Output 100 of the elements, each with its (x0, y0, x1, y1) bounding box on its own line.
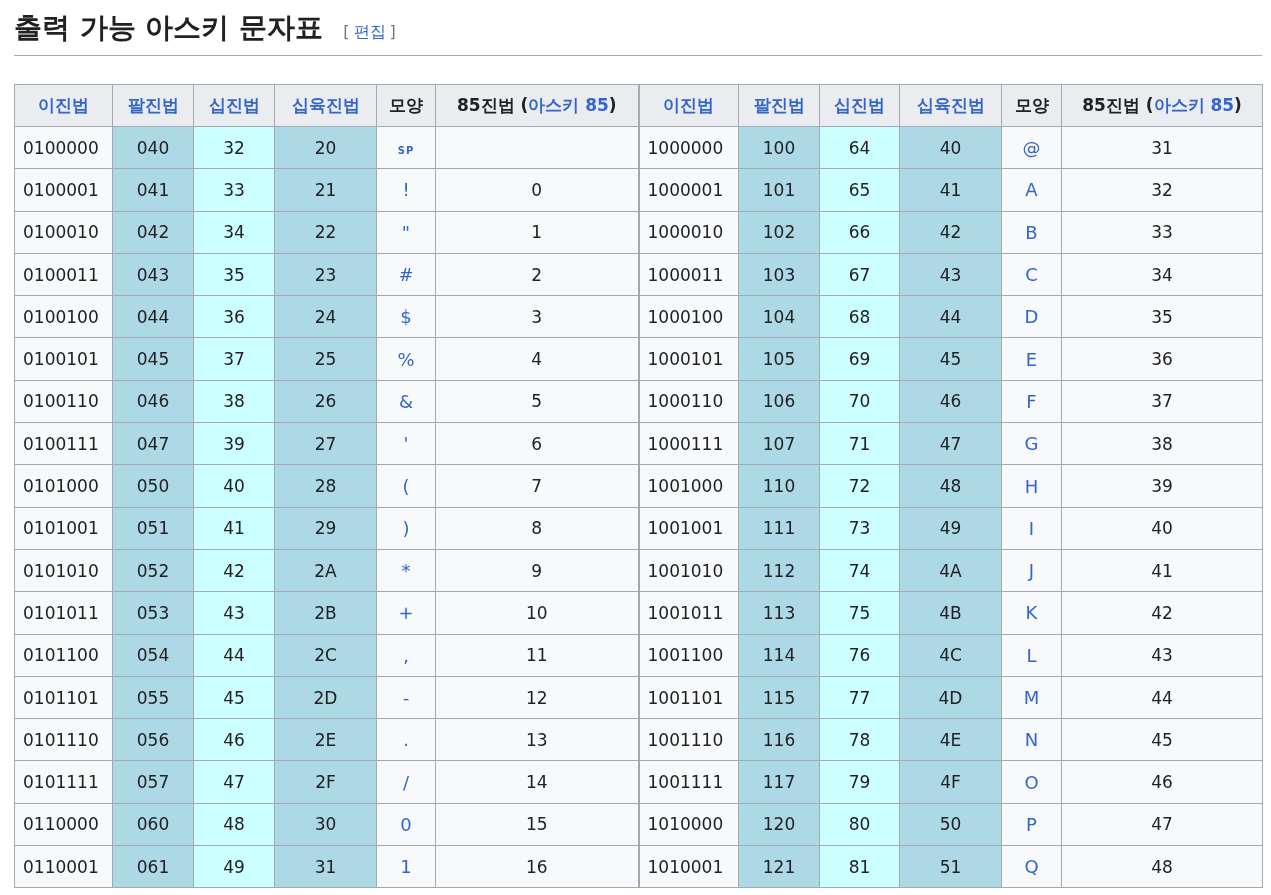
character-link[interactable]: M (1023, 687, 1040, 708)
table-cell: 41 (193, 507, 275, 550)
table-cell: 26 (274, 380, 377, 423)
character-link[interactable]: P (1026, 813, 1037, 835)
character-link[interactable]: B (1025, 221, 1038, 243)
table-cell: 34 (1061, 253, 1263, 296)
table-cell: 32 (193, 126, 275, 169)
table-cell: 0101010 (14, 549, 113, 592)
character-link[interactable]: E (1025, 348, 1038, 370)
header-text: 모양 (1014, 95, 1049, 115)
table-cell: 0101001 (14, 507, 113, 550)
character-link[interactable]: H (1024, 475, 1039, 497)
table-cell: 0101100 (14, 634, 113, 677)
table-cell: 24 (274, 295, 377, 338)
table-cell: 0100011 (14, 253, 113, 296)
table-cell: 29 (274, 507, 377, 550)
table-cell: 0101111 (14, 760, 113, 804)
character-link[interactable]: - (402, 687, 410, 708)
table-cell: 68 (819, 295, 900, 338)
table-cell: 2D (274, 676, 377, 719)
table-cell: 39 (1061, 464, 1263, 508)
table-cell: 42 (193, 549, 275, 592)
table-cell: 45 (1061, 718, 1263, 761)
character-link[interactable]: & (398, 390, 413, 412)
character-link[interactable]: ( (402, 475, 410, 497)
table-cell: 31 (1061, 126, 1263, 169)
character-link[interactable]: % (397, 348, 415, 370)
table-cell: 67 (819, 253, 900, 296)
character-link[interactable]: + (398, 602, 414, 624)
column-header[interactable]: 이진법 (14, 84, 113, 127)
table-cell: 49 (899, 507, 1002, 550)
table-cell: 0100010 (14, 211, 113, 254)
table-cell: 0101101 (14, 676, 113, 719)
table-cell: 0100111 (14, 422, 113, 465)
table-cell: 051 (112, 507, 194, 550)
column-header[interactable]: 팔진법 (738, 84, 820, 127)
character-link[interactable]: / (402, 771, 410, 793)
header-link[interactable]: 아스키 85 (1153, 95, 1235, 115)
edit-link[interactable]: 편집 (353, 22, 386, 43)
character-link[interactable]: $ (400, 306, 412, 328)
table-cell: 100 (738, 126, 820, 169)
column-header[interactable]: 십진법 (193, 84, 275, 127)
table-cell: 112 (738, 549, 820, 592)
character-link[interactable]: # (398, 264, 414, 286)
character-link[interactable]: 0 (400, 813, 412, 835)
table-cell: 4D (899, 676, 1002, 719)
character-link[interactable]: N (1024, 729, 1039, 751)
character-link[interactable]: Q (1024, 856, 1039, 878)
character-link[interactable]: D (1024, 306, 1039, 328)
column-header[interactable]: 십진법 (819, 84, 900, 127)
table-cell: 70 (819, 380, 900, 423)
table-cell: 042 (112, 211, 194, 254)
table-cell: 045 (112, 338, 194, 381)
table-cell: 39 (193, 422, 275, 465)
column-header[interactable]: 이진법 (638, 84, 739, 127)
character-link[interactable]: O (1024, 771, 1039, 793)
column-header[interactable]: 팔진법 (112, 84, 194, 127)
character-link[interactable]: C (1025, 264, 1038, 286)
header-text: 모양 (389, 95, 423, 115)
character-link[interactable]: ' (403, 433, 409, 455)
character-link[interactable]: , (403, 644, 409, 666)
character-link[interactable]: * (401, 560, 411, 582)
character-link[interactable]: @ (1022, 137, 1041, 159)
character-link[interactable]: I (1028, 517, 1035, 539)
character-link[interactable]: 1 (400, 856, 412, 878)
table-cell: 4A (899, 549, 1002, 592)
table-cell: 0100000 (14, 126, 113, 169)
table-cell: 057 (112, 760, 194, 804)
table-cell: 65 (819, 168, 900, 212)
table-cell: 33 (193, 168, 275, 212)
table-cell: 43 (193, 591, 275, 635)
table-cell: 31 (274, 845, 377, 888)
character-link[interactable]: SP (397, 144, 415, 156)
table-cell: 23 (274, 253, 377, 296)
character-link[interactable]: ) (402, 517, 410, 539)
character-link[interactable]: J (1028, 560, 1035, 582)
column-header[interactable]: 십육진법 (274, 84, 377, 127)
table-cell: 0101000 (14, 464, 113, 508)
character-link[interactable]: ! (402, 179, 410, 201)
table-cell: 40 (1061, 507, 1263, 550)
table-cell: 115 (738, 676, 820, 719)
character-link[interactable]: L (1026, 644, 1037, 666)
table-cell: 0100001 (14, 168, 113, 212)
character-link[interactable]: K (1025, 602, 1038, 624)
table-cell: 74 (819, 549, 900, 592)
table-cell: 42 (1061, 591, 1263, 635)
table-cell: 72 (819, 464, 900, 508)
table-cell: 0110000 (14, 803, 113, 846)
column-header[interactable]: 십육진법 (899, 84, 1002, 127)
character-link[interactable]: . (403, 729, 409, 751)
header-link[interactable]: 아스키 85 (528, 95, 609, 115)
character-link[interactable]: F (1026, 390, 1037, 412)
table-cell: 35 (1061, 295, 1263, 338)
table-cell: 044 (112, 295, 194, 338)
table-cell: 21 (274, 168, 377, 212)
character-link[interactable]: G (1024, 433, 1039, 455)
table-cell: 78 (819, 718, 900, 761)
character-link[interactable]: " (401, 221, 411, 243)
character-link[interactable]: A (1025, 179, 1038, 201)
table-cell: 45 (193, 676, 275, 719)
